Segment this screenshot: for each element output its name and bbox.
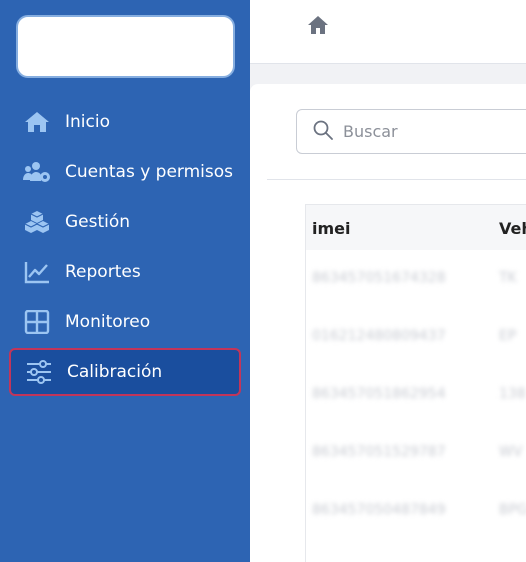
sliders-icon [25,358,53,386]
sidebar-item-label: Calibración [67,362,163,382]
cell-imei: 863457051674328 [312,270,446,286]
cell-vehicle: 138 [499,386,526,402]
table-row[interactable]: 863457050487849 BPG [306,482,526,540]
sidebar-item-cuentas[interactable]: Cuentas y permisos [9,148,241,196]
sidebar-item-label: Cuentas y permisos [65,162,234,182]
sidebar-item-label: Reportes [65,262,141,282]
top-bar [250,0,526,64]
sidebar-item-reportes[interactable]: Reportes [9,248,241,296]
grid-icon [23,308,51,336]
sidebar-item-gestion[interactable]: Gestión [9,198,241,246]
cell-vehicle: EP [499,328,517,344]
cell-vehicle: TK [499,270,517,286]
sidebar-item-label: Inicio [65,112,110,132]
table-row[interactable]: 863457051529787 WV [306,424,526,482]
sidebar-item-label: Monitoreo [65,312,151,332]
table-row[interactable]: 863457051674328 TK [306,250,526,308]
content-card: imei Veh 863457051674328 TK 016212480809… [250,84,526,562]
sidebar-item-monitoreo[interactable]: Monitoreo [9,298,241,346]
cell-vehicle: WV [499,444,523,460]
sidebar-item-calibracion[interactable]: Calibración [9,348,241,396]
divider [267,179,526,180]
data-table: imei Veh 863457051674328 TK 016212480809… [305,204,526,562]
home-icon [23,108,51,136]
sidebar-item-label: Gestión [65,212,131,232]
home-icon[interactable] [307,14,329,36]
users-cog-icon [23,158,51,186]
sidebar-item-inicio[interactable]: Inicio [9,98,241,146]
cubes-icon [23,208,51,236]
cell-imei: 863457050487849 [312,502,446,518]
search-box[interactable] [296,109,526,154]
cell-imei: 863457051862954 [312,386,446,402]
search-icon [313,120,333,144]
cell-imei: 863457051529787 [312,444,446,460]
logo-placeholder [16,15,235,78]
sidebar: Inicio Cuentas y permisos Gestión Report… [0,0,250,562]
table-row[interactable]: 016212480809437 EP [306,308,526,366]
column-header-vehiculo[interactable]: Veh [499,219,526,238]
column-header-imei[interactable]: imei [312,219,351,238]
cell-imei: 016212480809437 [312,328,446,344]
table-header: imei Veh [306,204,526,250]
table-row[interactable]: 863457051862954 138 [306,366,526,424]
search-input[interactable] [343,122,503,141]
cell-vehicle: BPG [499,502,526,518]
line-chart-icon [23,258,51,286]
